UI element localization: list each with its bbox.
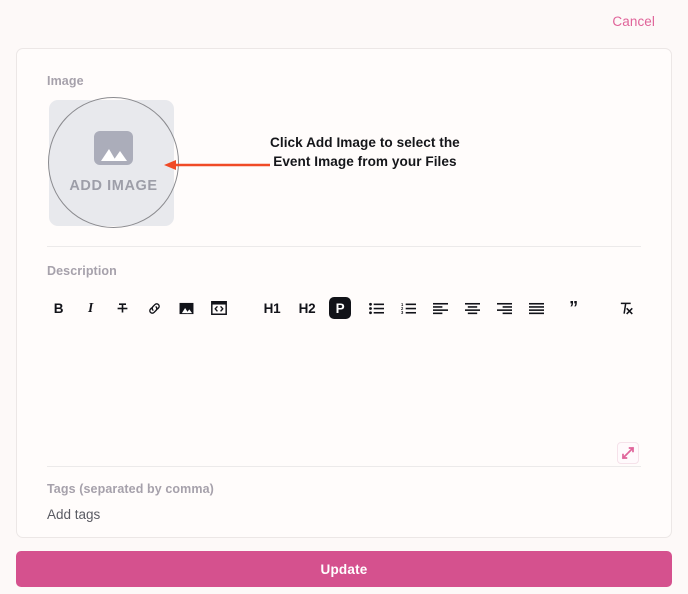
add-image-label: ADD IMAGE (69, 178, 158, 194)
italic-glyph: I (87, 300, 94, 315)
align-center-button[interactable] (461, 297, 484, 320)
heading-1-glyph: H1 (263, 300, 281, 316)
align-justify-icon (529, 302, 544, 314)
clear-formatting-icon (620, 302, 633, 314)
top-bar: Cancel (0, 0, 688, 42)
align-left-button[interactable] (429, 297, 452, 320)
expand-fullscreen-button[interactable] (617, 442, 639, 464)
add-image-dropzone[interactable]: ADD IMAGE (48, 97, 179, 228)
description-editor[interactable] (47, 326, 641, 466)
update-button[interactable]: Update (16, 551, 672, 587)
description-field-label: Description (47, 264, 117, 278)
numbered-list-icon: 1 2 3 (401, 302, 416, 315)
link-icon (149, 302, 160, 314)
event-form-card: Image ADD IMAGE Description B I H1 H2 P … (16, 48, 672, 538)
align-center-icon (465, 302, 480, 314)
annotation-text: Click Add Image to select the Event Imag… (270, 135, 460, 169)
tags-field-label: Tags (separated by comma) (47, 482, 214, 496)
bullet-list-button[interactable] (365, 297, 388, 320)
strikethrough-icon (117, 302, 128, 312)
align-right-icon (497, 302, 512, 314)
tags-field: Tags (separated by comma) Add tags (47, 467, 641, 522)
align-left-icon (433, 302, 448, 314)
blockquote-glyph: ” (569, 298, 578, 318)
image-field-label: Image (47, 74, 84, 88)
blockquote-button[interactable]: ” (562, 297, 585, 320)
expand-fullscreen-icon (621, 446, 635, 460)
tags-input[interactable]: Add tags (47, 507, 641, 522)
insert-image-button[interactable] (175, 297, 198, 320)
strikethrough-button[interactable] (111, 297, 134, 320)
paragraph-button[interactable]: P (329, 297, 351, 319)
image-icon (179, 302, 194, 314)
card-content: Image ADD IMAGE Description B I H1 H2 P … (17, 49, 671, 522)
heading-1-button[interactable]: H1 (259, 297, 285, 320)
link-button[interactable] (143, 297, 166, 320)
paragraph-glyph: P (335, 300, 345, 316)
cancel-button[interactable]: Cancel (612, 14, 655, 29)
align-right-button[interactable] (493, 297, 516, 320)
bullet-list-icon (369, 302, 384, 314)
heading-2-button[interactable]: H2 (294, 297, 320, 320)
image-placeholder-icon (94, 131, 133, 165)
code-icon (210, 301, 227, 315)
left-arrow-annotation (164, 160, 270, 170)
clear-formatting-button[interactable] (614, 297, 637, 320)
italic-button[interactable]: I (79, 297, 102, 320)
numbered-list-button[interactable]: 1 2 3 (397, 297, 420, 320)
svg-text:3: 3 (401, 310, 404, 315)
bold-button[interactable]: B (47, 297, 70, 320)
rich-text-toolbar: B I H1 H2 P 1 2 3 ” (47, 290, 641, 326)
heading-2-glyph: H2 (298, 300, 316, 316)
image-picker-row: ADD IMAGE (47, 97, 641, 246)
bold-glyph: B (53, 300, 64, 316)
code-block-button[interactable] (207, 297, 230, 320)
align-justify-button[interactable] (525, 297, 548, 320)
